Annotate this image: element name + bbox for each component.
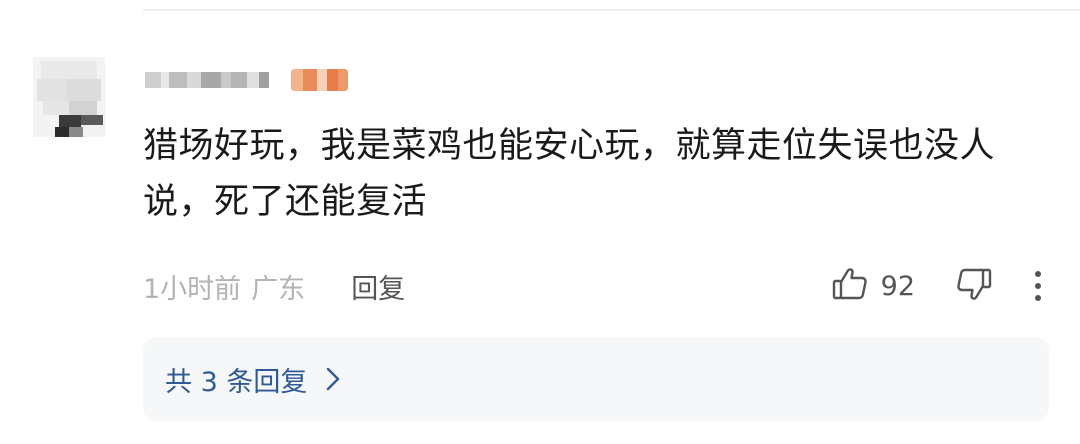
comment-location: 广东 — [251, 273, 306, 305]
avatar[interactable] — [33, 57, 105, 137]
comment-actions: 92 — [831, 262, 1053, 310]
comment-meta-row: 1小时前 广东 回复 92 — [143, 262, 1053, 310]
user-badge — [291, 69, 348, 91]
comment-item: 猎场好玩，我是菜鸡也能安心玩，就算走位失误也没人说，死了还能复活 1小时前 广东… — [0, 0, 1080, 444]
replies-count-label: 共 3 条回复 — [165, 366, 308, 398]
dislike-button[interactable] — [955, 265, 993, 307]
thumbs-down-icon — [955, 265, 993, 307]
chevron-right-icon — [325, 366, 341, 392]
username[interactable] — [145, 66, 348, 94]
username-blurred — [145, 70, 269, 90]
view-replies-button[interactable]: 共 3 条回复 — [143, 337, 1049, 421]
divider — [143, 9, 1080, 11]
more-vertical-icon — [1035, 271, 1041, 301]
comment-text: 猎场好玩，我是菜鸡也能安心玩，就算走位失误也没人说，死了还能复活 — [143, 126, 996, 222]
like-count: 92 — [880, 270, 915, 302]
comment-timestamp: 1小时前 — [143, 273, 242, 305]
thumbs-up-icon — [831, 265, 869, 307]
more-options-button[interactable] — [1035, 271, 1041, 301]
like-button[interactable]: 92 — [831, 265, 915, 307]
reply-button[interactable]: 回复 — [351, 267, 405, 306]
